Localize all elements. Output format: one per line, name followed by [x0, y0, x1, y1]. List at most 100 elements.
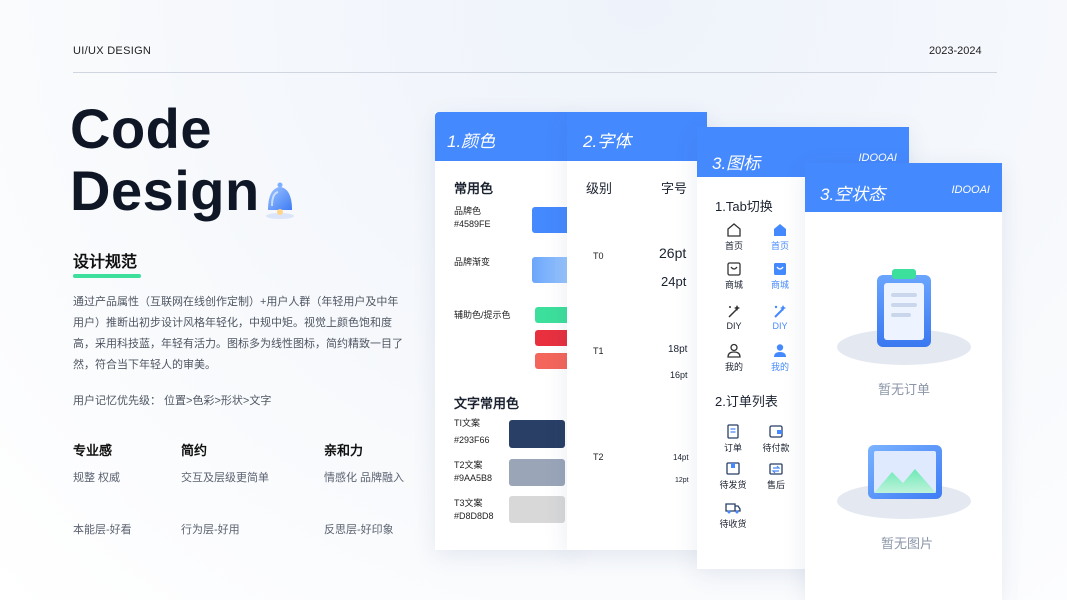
shop-outline-icon: [727, 262, 741, 276]
order-icon: [727, 424, 739, 439]
layer-behavior: 行为层-好用: [181, 524, 240, 536]
order-all: 订单: [718, 424, 748, 454]
empty-card-header: 3.空状态 IDOOAI: [805, 163, 1002, 212]
order-to-receive-label: 待收货: [719, 519, 747, 529]
order-to-ship-label: 待发货: [719, 480, 747, 490]
magic-wand-outline-icon: [728, 305, 740, 318]
user-outline-icon: [727, 343, 741, 358]
header-divider: [73, 72, 997, 73]
tab-mine-outline: 我的: [719, 343, 749, 373]
font-level-t2: T2: [593, 452, 604, 462]
tab-mine-selected: 我的: [765, 343, 795, 373]
empty-order-label: 暂无订单: [878, 382, 931, 397]
font-size-t1-secondary: 16pt: [670, 370, 688, 380]
spec-title: 设计规范: [73, 254, 138, 271]
trait-desc-friendly: 情感化 品牌融入: [324, 472, 405, 484]
spec-title-underline: [73, 274, 141, 278]
text-color-t1-label: TI文案: [454, 418, 480, 428]
empty-card-title: 3.空状态: [820, 185, 886, 204]
font-level-t1: T1: [593, 346, 604, 356]
common-colors-title: 常用色: [454, 181, 494, 196]
order-after-sale-label: 售后: [766, 480, 785, 490]
tab-home-selected-label: 首页: [770, 241, 789, 251]
trait-title-friendly: 亲和力: [324, 443, 364, 458]
header-left-label: UI/UX DESIGN: [73, 45, 152, 57]
tab-mall-label: 商城: [724, 280, 743, 290]
empty-image-picture-icon: [837, 445, 971, 519]
memory-priority: 用户记忆优先级： 位置>色彩>形状>文字: [73, 395, 272, 407]
tab-home-outline: 首页: [719, 222, 749, 252]
font-card-header: 2.字体: [567, 112, 707, 161]
spec-description: 通过产品属性（互联网在线创作定制）+用户人群（年轻用户及中年用户）推断出初步设计…: [73, 296, 403, 371]
package-icon: [726, 462, 740, 475]
font-size-t0-primary: 26pt: [659, 245, 687, 261]
order-all-label: 订单: [723, 443, 742, 453]
header-year-label: 2023-2024: [929, 45, 982, 57]
text-color-t1-hex: #293F66: [454, 435, 490, 445]
color-card-title: 1.颜色: [447, 132, 496, 151]
order-after-sale: 售后: [761, 461, 791, 491]
user-filled-icon: [774, 344, 786, 357]
refund-icon: [769, 463, 783, 475]
font-size-t2-secondary: 12pt: [675, 477, 689, 484]
text-color-t3-label: T3文案: [454, 498, 483, 508]
tab-mall-selected: 商城: [765, 261, 795, 291]
font-size-t0-secondary: 24pt: [661, 274, 687, 289]
font-size-header: 字号: [661, 181, 688, 196]
wallet-icon: [769, 425, 783, 438]
empty-image-label: 暂无图片: [881, 536, 934, 551]
text-colors-title: 文字常用色: [454, 396, 520, 411]
shop-filled-icon: [774, 263, 786, 275]
color-card-header: 1.颜色: [435, 112, 575, 161]
empty-card-brand: IDOOAI: [951, 184, 990, 196]
order-list-title: 2.订单列表: [715, 394, 778, 409]
tab-diy-selected: DIY: [765, 304, 795, 331]
delivery-truck-icon: [725, 503, 741, 514]
trait-title-professional: 专业感: [73, 443, 113, 458]
home-outline-icon: [727, 223, 741, 237]
order-unpaid-label: 待付款: [762, 443, 790, 453]
text-color-t2-swatch: [509, 459, 565, 486]
tab-mall-selected-label: 商城: [770, 280, 789, 290]
hero-title-line2: Design: [70, 159, 260, 222]
hero-title: Code Design: [70, 98, 260, 222]
font-level-header: 级别: [586, 181, 613, 196]
tab-switch-title: 1.Tab切换: [715, 199, 773, 214]
layer-reflection: 反思层-好印象: [324, 524, 394, 536]
text-color-t3-swatch: [509, 496, 565, 523]
aux-color-label: 辅助色/提示色: [454, 310, 511, 320]
brand-color-label: 品牌色: [454, 206, 482, 216]
trait-desc-professional: 规整 权威: [73, 472, 121, 484]
color-card: 1.颜色 常用色 品牌色 #4589FE 品牌渐变 辅助色/提示色 文字常用色 …: [435, 112, 575, 550]
tab-diy-selected-label: DIY: [772, 321, 788, 331]
text-color-t2-label: T2文案: [454, 460, 483, 470]
icon-card-title: 3.图标: [712, 154, 761, 173]
text-color-t1-swatch: [509, 420, 565, 448]
font-size-t2-primary: 14pt: [673, 453, 689, 462]
font-card-title: 2.字体: [583, 132, 632, 151]
font-card: 2.字体 级别 字号 T0 26pt 24pt T1 18pt 16pt T2 …: [567, 112, 707, 550]
empty-order-clipboard-icon: [837, 269, 971, 365]
order-to-ship: 待发货: [718, 461, 748, 491]
empty-state-card: 3.空状态 IDOOAI 暂无订单 暂无图片: [805, 163, 1002, 600]
brand-gradient-label: 品牌渐变: [454, 257, 491, 267]
layer-instinct: 本能层-好看: [73, 524, 132, 536]
bell-icon: [266, 182, 294, 219]
trait-desc-simple: 交互及层级更简单: [181, 472, 269, 484]
tab-mine-selected-label: 我的: [770, 362, 789, 372]
font-size-t1-primary: 18pt: [668, 344, 688, 355]
magic-wand-filled-icon: [774, 305, 786, 318]
text-color-t3-hex: #D8D8D8: [454, 511, 494, 521]
tab-home-label: 首页: [724, 241, 743, 251]
brand-color-hex: #4589FE: [454, 219, 491, 229]
tab-mine-label: 我的: [724, 362, 743, 372]
trait-title-simple: 简约: [181, 443, 208, 458]
home-filled-icon: [774, 224, 786, 236]
hero-title-line1: Code: [70, 97, 212, 160]
text-color-t2-hex: #9AA5B8: [454, 473, 493, 483]
order-unpaid: 待付款: [761, 424, 791, 454]
tab-diy-outline: DIY: [719, 304, 749, 331]
tab-home-selected: 首页: [765, 222, 795, 252]
order-to-receive: 待收货: [718, 500, 748, 530]
tab-mall-outline: 商城: [719, 261, 749, 291]
